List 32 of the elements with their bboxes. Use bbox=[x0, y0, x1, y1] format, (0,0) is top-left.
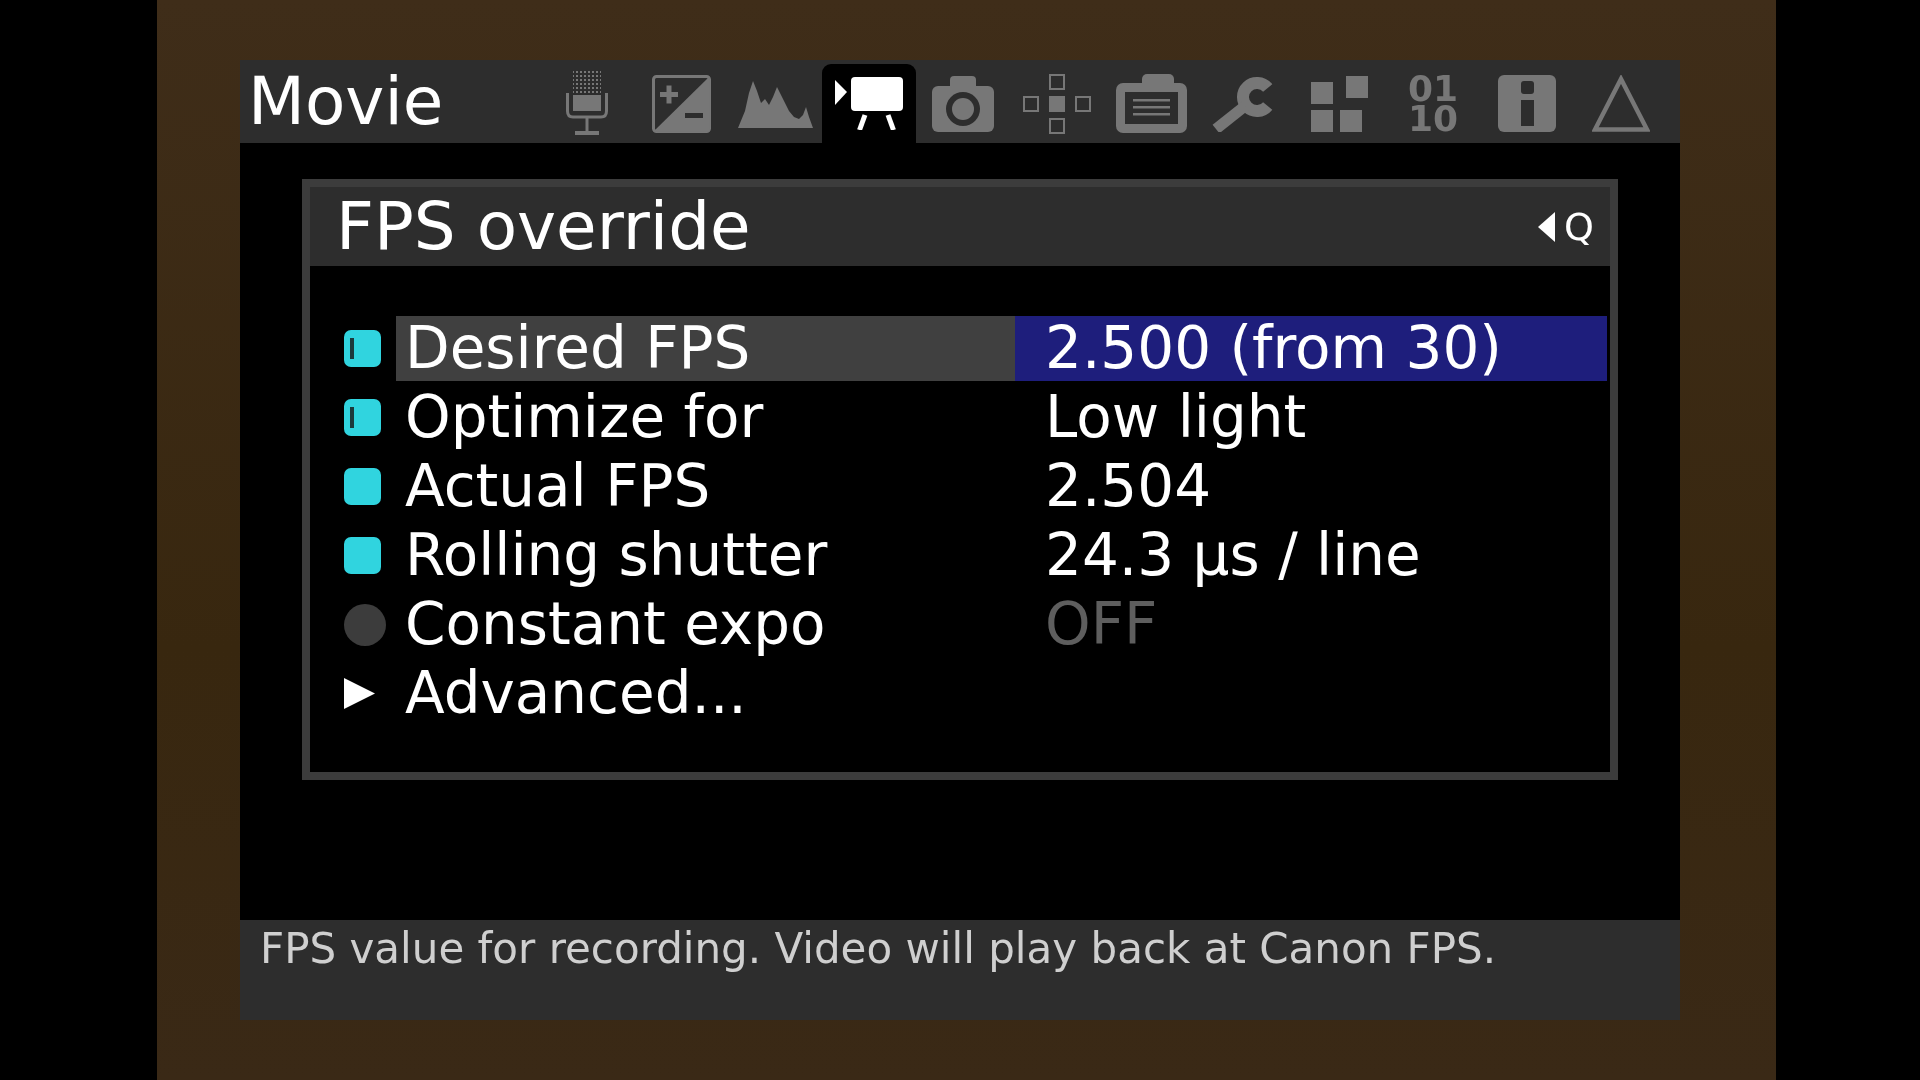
help-text: FPS value for recording. Video will play back at Canon FPS. bbox=[260, 924, 1497, 973]
menu-item[interactable]: Rolling shutter bbox=[405, 523, 828, 588]
menu-item-value: 2.504 bbox=[1045, 454, 1212, 519]
menu-item[interactable]: Constant expo bbox=[405, 592, 826, 657]
menu-tab[interactable] bbox=[822, 64, 916, 143]
square-bar-icon bbox=[344, 330, 381, 367]
blocks-icon bbox=[1310, 75, 1368, 132]
menu-item-value: OFF bbox=[1045, 592, 1158, 657]
triangle-icon bbox=[1592, 75, 1650, 132]
square-bar-icon bbox=[344, 399, 381, 436]
menu-item-value: 24.3 µs / line bbox=[1045, 523, 1421, 588]
menu-title: Movie bbox=[248, 62, 444, 142]
microphone-icon bbox=[564, 70, 610, 137]
square-icon bbox=[344, 537, 381, 574]
info-icon bbox=[1498, 75, 1556, 132]
left-triangle-icon bbox=[1538, 211, 1556, 242]
menu-item[interactable]: Desired FPS bbox=[396, 316, 1015, 381]
movie-camera-icon bbox=[835, 77, 903, 130]
key-hint: Q bbox=[1564, 206, 1594, 247]
histogram-icon bbox=[737, 79, 813, 128]
submenu-title: FPS override bbox=[336, 187, 751, 266]
right-triangle-icon bbox=[344, 678, 375, 709]
menu-item[interactable]: Advanced... bbox=[405, 661, 747, 726]
menu-item[interactable]: Optimize for bbox=[405, 385, 764, 450]
square-icon bbox=[344, 468, 381, 505]
cross-squares-icon bbox=[1023, 73, 1091, 134]
camera-icon bbox=[932, 75, 994, 132]
menu-item[interactable]: Actual FPS bbox=[405, 454, 711, 519]
menu-item-value: Low light bbox=[1045, 385, 1307, 450]
plus-minus-icon bbox=[651, 74, 711, 133]
menu-item-value: 2.500 (from 30) bbox=[1015, 316, 1607, 381]
camera-menu-icon bbox=[1115, 74, 1187, 133]
